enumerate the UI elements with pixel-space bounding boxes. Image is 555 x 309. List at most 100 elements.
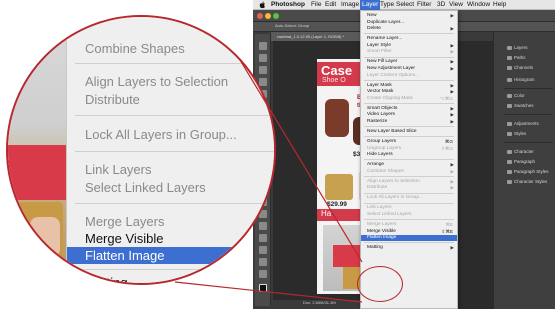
zoom-separator xyxy=(75,63,274,64)
menu-item-new-fill-layer[interactable]: New Fill Layer xyxy=(367,59,397,64)
panel-channels[interactable]: Channels xyxy=(514,65,533,70)
menu-item-layer-style[interactable]: Layer Style xyxy=(367,43,391,48)
auto-select-option[interactable]: Auto-Select: Group xyxy=(275,23,309,28)
menu-separator xyxy=(364,176,454,177)
panel-paragraph[interactable]: Paragraph xyxy=(514,159,535,164)
menu-app-name[interactable]: Photoshop xyxy=(271,0,305,10)
ad-price-2: $29.99 xyxy=(327,201,347,208)
paragraph-icon[interactable] xyxy=(507,160,512,164)
styles-icon[interactable] xyxy=(507,132,512,136)
ad-bag-image xyxy=(325,174,353,200)
panel-character[interactable]: Character xyxy=(514,149,534,154)
panel-separator xyxy=(504,114,553,115)
panels-dock: Layers Paths Channels Histogram Color Sw… xyxy=(493,32,555,309)
panel-layers[interactable]: Layers xyxy=(514,45,528,50)
zoom-item-lock-all: Lock All Layers in Group... xyxy=(85,127,237,142)
panel-adjustments[interactable]: Adjustments xyxy=(514,121,539,126)
color-icon[interactable] xyxy=(507,94,512,98)
menu-item-layer-content-options[interactable]: Layer Content Options... xyxy=(367,73,419,78)
submenu-arrow-icon: ▶ xyxy=(450,105,454,111)
menu-separator xyxy=(364,103,454,104)
menu-item-group-layers[interactable]: Group Layers xyxy=(367,139,396,144)
menu-item-combine-shapes[interactable]: Combine Shapes xyxy=(367,169,404,174)
foreground-color-swatch[interactable] xyxy=(259,284,267,292)
menu-window[interactable]: Window xyxy=(467,0,490,10)
menu-shortcut: ⌘G xyxy=(444,139,453,144)
menu-item-lock-all-layers-in-group[interactable]: Lock All Layers in Group... xyxy=(367,195,423,200)
panel-color[interactable]: Color xyxy=(514,93,525,98)
zoom-item-select-linked: Select Linked Layers xyxy=(85,180,206,195)
menu-shortcut: ⇧⌘G xyxy=(440,145,453,151)
swatches-icon[interactable] xyxy=(507,104,512,108)
panel-histogram[interactable]: Histogram xyxy=(514,77,535,82)
menu-item-video-layers[interactable]: Video Layers xyxy=(367,112,395,117)
menu-item-create-clipping-mask[interactable]: Create Clipping Mask xyxy=(367,96,413,101)
histogram-icon[interactable] xyxy=(507,78,512,82)
menu-item-matting[interactable]: Matting xyxy=(367,245,383,250)
panel-separator xyxy=(504,142,553,143)
menu-item-ungroup-layers[interactable]: Ungroup Layers xyxy=(367,146,401,151)
menu-help[interactable]: Help xyxy=(493,0,506,10)
panel-swatches[interactable]: Swatches xyxy=(514,103,534,108)
menu-item-arrange[interactable]: Arrange xyxy=(367,162,384,167)
menu-item-new-adjustment-layer[interactable]: New Adjustment Layer xyxy=(367,66,415,71)
zoom-separator xyxy=(75,269,274,270)
menu-item-smart-objects[interactable]: Smart Objects xyxy=(367,106,397,111)
submenu-arrow-icon: ▶ xyxy=(450,42,454,48)
menu-item-select-linked-layers[interactable]: Select Linked Layers xyxy=(367,212,412,217)
menu-item-vector-mask[interactable]: Vector Mask xyxy=(367,89,393,94)
menu-edit[interactable]: Edit xyxy=(325,0,336,10)
menu-separator xyxy=(364,33,454,35)
menu-item-align-layers-to-selection[interactable]: Align Layers to Selection xyxy=(367,179,420,184)
menu-item-link-layers[interactable]: Link Layers xyxy=(367,205,392,210)
character-styles-icon[interactable] xyxy=(507,180,512,184)
zoom-item-merge-visible: Merge Visible xyxy=(85,231,164,246)
menu-separator xyxy=(364,202,454,204)
paragraph-styles-icon[interactable] xyxy=(507,170,512,174)
panel-character-styles[interactable]: Character Styles xyxy=(514,179,547,184)
submenu-arrow-icon: ▶ xyxy=(450,112,454,118)
menu-file[interactable]: File xyxy=(311,0,321,10)
menu-item-duplicate-layer[interactable]: Duplicate Layer... xyxy=(367,20,404,25)
menu-filter[interactable]: Filter xyxy=(417,0,431,10)
submenu-arrow-icon: ▶ xyxy=(450,66,454,71)
menu-item-distribute[interactable]: Distribute xyxy=(367,185,387,190)
menu-item-merge-visible[interactable]: Merge Visible xyxy=(367,229,396,234)
menu-item-hide-layers[interactable]: Hide Layers xyxy=(367,152,393,157)
submenu-arrow-icon: ▶ xyxy=(450,168,454,174)
adjustments-icon[interactable] xyxy=(507,122,512,126)
paths-icon[interactable] xyxy=(507,56,512,60)
panel-styles[interactable]: Styles xyxy=(514,131,526,136)
menu-item-smart-filter[interactable]: Smart Filter xyxy=(367,49,392,54)
submenu-arrow-icon: ▶ xyxy=(450,119,454,124)
zoom-separator xyxy=(75,151,274,152)
menu-select[interactable]: Select xyxy=(396,0,414,10)
apple-icon[interactable] xyxy=(259,1,266,9)
channels-icon[interactable] xyxy=(507,66,512,70)
menu-separator xyxy=(364,242,454,244)
menu-item-delete[interactable]: Delete xyxy=(367,26,381,31)
character-icon[interactable] xyxy=(507,150,512,154)
menu-type[interactable]: Type xyxy=(380,0,394,10)
menu-separator xyxy=(364,79,454,81)
layers-icon[interactable] xyxy=(507,46,512,50)
menu-item-new[interactable]: New xyxy=(367,13,377,18)
menu-separator xyxy=(364,136,454,138)
menu-shortcut: ⌥⌘G xyxy=(439,95,453,101)
menu-view[interactable]: View xyxy=(449,0,463,10)
menu-shortcut: ⇧⌘E xyxy=(441,228,453,234)
menu-3d[interactable]: 3D xyxy=(437,0,445,10)
panel-paths[interactable]: Paths xyxy=(514,55,526,60)
menu-item-rename-layer[interactable]: Rename Layer... xyxy=(367,36,402,41)
menu-item-rasterize[interactable]: Rasterize xyxy=(367,119,387,124)
magnifier-callout: Combine Shapes Align Layers to Selection… xyxy=(6,15,276,285)
menu-item-flatten-image[interactable]: Flatten Image xyxy=(367,235,396,240)
submenu-arrow-icon: ▶ xyxy=(450,185,454,191)
menu-layer[interactable]: Layer xyxy=(360,0,381,10)
menu-image[interactable]: Image xyxy=(341,0,359,10)
panel-paragraph-styles[interactable]: Paragraph Styles xyxy=(514,169,549,174)
menu-item-merge-layers[interactable]: Merge Layers xyxy=(367,222,396,227)
menu-item-new-layer-based-slice[interactable]: New Layer Based Slice xyxy=(367,129,417,134)
ad-band-text: Ha xyxy=(321,209,332,218)
menu-item-layer-mask[interactable]: Layer Mask xyxy=(367,83,392,88)
